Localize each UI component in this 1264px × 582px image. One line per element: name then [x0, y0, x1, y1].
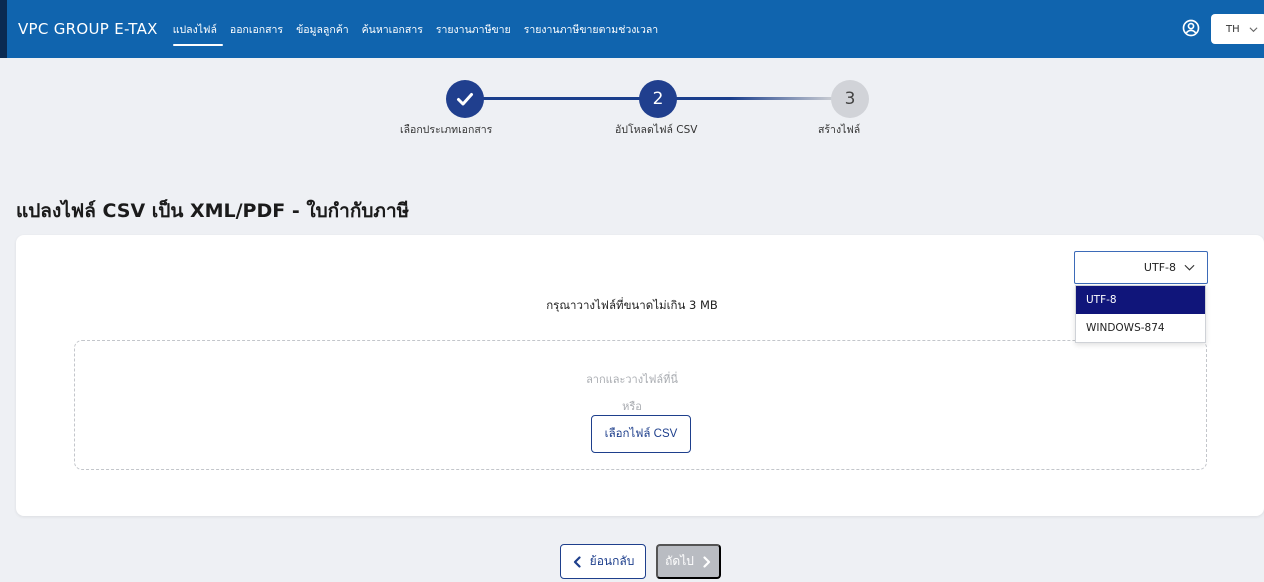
nav-item-issue-document[interactable]: ออกเอกสาร	[230, 21, 283, 38]
top-navbar: VPC GROUP E-TAX แปลงไฟล์ ออกเอกสาร ข้อมู…	[0, 0, 1264, 58]
encoding-option-utf8[interactable]: UTF-8	[1076, 286, 1205, 314]
step-1-label: เลือกประเภทเอกสาร	[400, 124, 493, 136]
nav-item-convert-file[interactable]: แปลงไฟล์	[172, 21, 224, 46]
check-icon	[457, 93, 473, 106]
next-button[interactable]: ถัดไป	[656, 544, 721, 579]
nav-item-search-documents[interactable]: ค้นหาเอกสาร	[362, 21, 423, 38]
main-nav: แปลงไฟล์ ออกเอกสาร ข้อมูลลูกค้า ค้นหาเอก…	[172, 0, 671, 58]
choose-csv-button[interactable]: เลือกไฟล์ CSV	[591, 415, 691, 453]
user-circle-icon[interactable]	[1182, 19, 1200, 37]
chevron-left-icon	[573, 555, 581, 568]
step-3-label: สร้างไฟล์	[818, 124, 861, 136]
nav-item-customer-info[interactable]: ข้อมูลลูกค้า	[296, 21, 349, 38]
chevron-down-icon	[1249, 26, 1258, 32]
back-button-label: ย้อนกลับ	[589, 554, 635, 568]
page-title: แปลงไฟล์ CSV เป็น XML/PDF - ใบกำกับภาษี	[16, 200, 410, 222]
next-button-label: ถัดไป	[665, 554, 694, 568]
dropzone-or-text: หรือ	[622, 400, 642, 413]
chevron-right-icon	[703, 555, 710, 568]
language-value: TH	[1226, 23, 1240, 35]
stepper-connector-1	[482, 97, 640, 100]
nav-item-sales-tax-report[interactable]: รายงานภาษีขาย	[436, 21, 511, 38]
stepper-connector-2	[676, 97, 832, 100]
language-select[interactable]: TH	[1211, 14, 1264, 44]
brand-logo[interactable]: VPC GROUP E-TAX	[18, 20, 158, 38]
step-2-label: อัปโหลดไฟล์ CSV	[615, 124, 698, 136]
back-button[interactable]: ย้อนกลับ	[560, 544, 646, 579]
step-1-circle	[446, 80, 484, 118]
dropzone-drag-text: ลากและวางไฟล์ที่นี่	[586, 373, 678, 386]
step-2-number: 2	[652, 89, 664, 109]
encoding-select[interactable]: UTF-8	[1074, 251, 1208, 284]
step-2-circle: 2	[639, 80, 677, 118]
step-3-number: 3	[844, 89, 856, 109]
nav-item-sales-tax-report-by-period[interactable]: รายงานภาษีขายตามช่วงเวลา	[524, 21, 658, 38]
encoding-value: UTF-8	[1143, 261, 1176, 274]
step-3-circle: 3	[831, 80, 869, 118]
chevron-down-icon	[1184, 264, 1195, 271]
encoding-option-windows874[interactable]: WINDOWS-874	[1076, 314, 1205, 342]
encoding-dropdown-menu: UTF-8 WINDOWS-874	[1075, 285, 1206, 343]
